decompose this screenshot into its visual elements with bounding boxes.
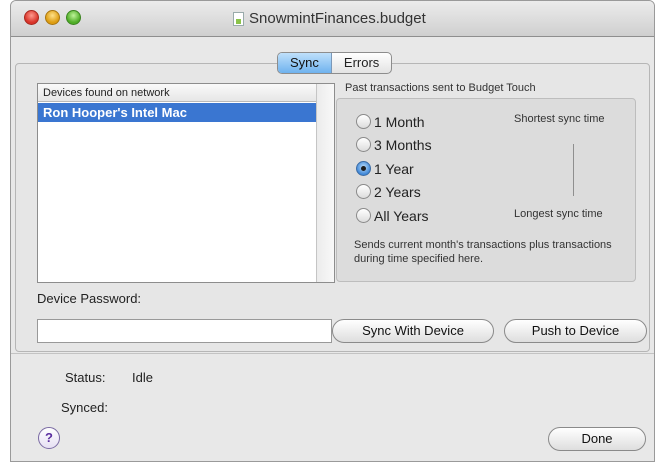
status-label: Status: [65,370,106,385]
radio-label: 2 Years [374,184,421,200]
help-icon[interactable]: ? [38,427,60,449]
devices-scrollbar[interactable] [316,84,334,282]
radio-1-year[interactable]: 1 Year [356,160,414,178]
zoom-window-button[interactable] [66,10,81,25]
sync-with-device-button[interactable]: Sync With Device [332,319,494,343]
radio-label: 3 Months [374,137,432,153]
window-title: SnowmintFinances.budget [249,10,426,27]
push-to-device-button[interactable]: Push to Device [504,319,647,343]
radio-all-years[interactable]: All Years [356,207,428,225]
radio-button-icon [356,208,371,223]
section-divider [11,353,654,354]
devices-column-header[interactable]: Devices found on network [38,84,316,102]
device-password-label: Device Password: [37,291,142,306]
app-window: SnowmintFinances.budget Sync Errors Devi… [10,0,655,462]
sync-time-scale-line [573,144,574,196]
radio-button-icon [356,184,371,199]
radio-label: 1 Month [374,114,425,130]
title-bar: SnowmintFinances.budget [11,1,654,37]
radio-3-months[interactable]: 3 Months [356,136,432,154]
synced-label: Synced: [61,400,108,415]
device-password-input[interactable] [37,319,332,343]
done-button[interactable]: Done [548,427,646,451]
minimize-window-button[interactable] [45,10,60,25]
past-transactions-group: 1 Month 3 Months 1 Year 2 Years All Year… [336,98,636,282]
device-row[interactable]: Ron Hooper's Intel Mac [38,103,316,122]
close-window-button[interactable] [24,10,39,25]
radio-button-icon [356,137,371,152]
transactions-note: Sends current month's transactions plus … [354,239,612,265]
radio-label: All Years [374,208,429,224]
shortest-sync-label: Shortest sync time [514,113,605,125]
devices-list[interactable]: Devices found on network Ron Hooper's In… [37,83,335,283]
radio-1-month[interactable]: 1 Month [356,113,425,131]
radio-label: 1 Year [374,161,414,177]
tab-errors[interactable]: Errors [332,53,391,73]
status-value: Idle [132,370,153,385]
past-transactions-caption: Past transactions sent to Budget Touch [345,82,536,94]
document-icon [233,12,244,26]
radio-2-years[interactable]: 2 Years [356,183,421,201]
tab-bar: Sync Errors [277,52,393,74]
radio-button-icon [356,114,371,129]
radio-button-selected-icon [356,161,371,176]
tab-sync[interactable]: Sync [278,53,332,73]
longest-sync-label: Longest sync time [514,208,603,220]
